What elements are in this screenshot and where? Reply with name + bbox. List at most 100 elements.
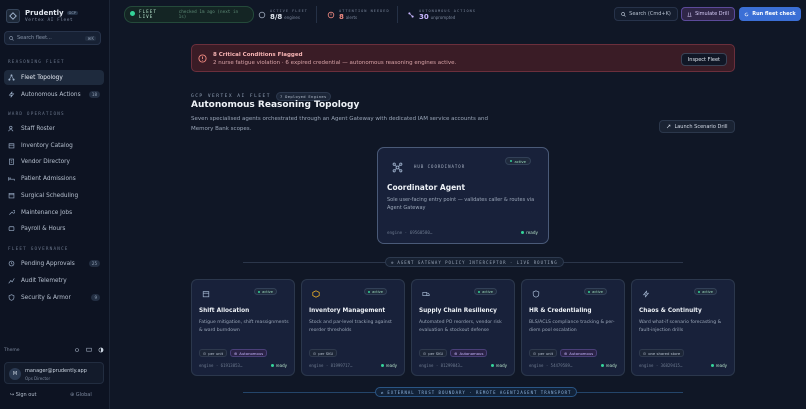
sidebar-item-audit-telemetry[interactable]: Audit Telemetry xyxy=(4,273,104,288)
brand-logo-icon xyxy=(6,9,20,23)
agent-description: BLS/ACLS compliance tracking & per-diem … xyxy=(529,320,615,333)
sidebar-item-patient-admissions[interactable]: Patient Admissions xyxy=(4,171,104,186)
truck-icon xyxy=(422,292,430,296)
beaker-icon xyxy=(687,12,692,17)
building-icon xyxy=(8,158,15,165)
sidebar-item-maintenance-jobs[interactable]: Maintenance Jobs xyxy=(4,205,104,220)
inspect-fleet-button[interactable]: Inspect Fleet xyxy=(680,53,727,66)
chart-icon xyxy=(8,277,15,284)
sidebar-item-surgical-scheduling[interactable]: Surgical Scheduling xyxy=(4,188,104,203)
theme-row: Theme xyxy=(4,347,104,353)
scope-icon: ⊙ xyxy=(423,350,427,356)
agent-title: Inventory Management xyxy=(309,308,386,314)
scope-tag: ⊙ per SKU xyxy=(419,349,448,357)
pulse-icon xyxy=(258,11,266,18)
autonomous-tag: ⊛ Autonomous xyxy=(230,349,268,357)
agent-description: Automated PO reorders, vendor risk evalu… xyxy=(419,320,502,333)
sign-out-button[interactable]: ↪ Sign out xyxy=(10,392,36,398)
sidebar-item-label: Surgical Scheduling xyxy=(21,192,79,199)
sidebar-item-fleet-topology[interactable]: Fleet Topology xyxy=(4,70,104,85)
ready-indicator: ready xyxy=(270,363,287,368)
wrench-icon xyxy=(8,209,15,216)
topology-icon xyxy=(8,74,15,81)
agent-card-hr-credentialing[interactable]: active HR & Credentialing BLS/ACLS compl… xyxy=(521,279,625,376)
shield-icon xyxy=(532,290,540,298)
sidebar-item-autonomous-actions[interactable]: Autonomous Actions 18 xyxy=(4,87,104,102)
network-icon xyxy=(408,11,414,18)
trust-boundary-label: EXTERNAL TRUST BOUNDARY · REMOTE AGENT2A… xyxy=(387,389,572,395)
scope-icon: ⊙ xyxy=(533,350,537,356)
status-badge: active xyxy=(364,288,387,295)
scope-icon: ⊙ xyxy=(643,350,647,356)
theme-system-icon[interactable] xyxy=(86,347,92,353)
theme-dark-icon[interactable] xyxy=(98,347,104,353)
user-email: manager@prudently.app xyxy=(25,368,87,374)
ready-indicator: ready xyxy=(710,363,727,368)
autonomous-icon: ⊛ xyxy=(564,350,568,356)
status-label: active xyxy=(482,289,493,294)
sidebar-item-label: Vendor Directory xyxy=(21,158,70,165)
agent-card-supply-chain-resiliency[interactable]: active Supply Chain Resiliency Automated… xyxy=(411,279,515,376)
agent-title: Supply Chain Resiliency xyxy=(419,308,497,314)
coordinator-agent-card[interactable]: HUB COORDINATOR active Coordinator Agent… xyxy=(377,147,549,244)
box-icon xyxy=(312,290,320,298)
user-card[interactable]: M manager@prudently.app Ops Director xyxy=(4,362,104,384)
agent-description: Ward what-if scenario forecasting & faul… xyxy=(639,320,722,333)
sidebar-item-staff-roster[interactable]: Staff Roster xyxy=(4,121,104,136)
section-label-fleet-governance: FLEET GOVERNANCE xyxy=(8,247,69,252)
trust-boundary-pill: ⇄ EXTERNAL TRUST BOUNDARY · REMOTE AGENT… xyxy=(375,387,578,397)
alert-body: 2 nurse fatigue violation · 6 expired cr… xyxy=(213,60,457,66)
run-fleet-check-button[interactable]: Run fleet check xyxy=(739,7,801,21)
engine-id: engine · 61913853… xyxy=(199,363,243,368)
sidebar-item-label: Audit Telemetry xyxy=(21,277,67,284)
engine-id: engine · 36829415… xyxy=(639,363,683,368)
critical-alert-banner: 8 Critical Conditions Flagged 2 nurse fa… xyxy=(191,44,735,72)
count-badge: 18 xyxy=(88,91,100,98)
region-selector[interactable]: ⊕ Global xyxy=(70,392,92,398)
shield-icon xyxy=(8,294,15,301)
transport-icon: ⇄ xyxy=(381,389,385,395)
simulate-drill-button[interactable]: Simulate Drill xyxy=(681,7,735,21)
search-icon xyxy=(9,35,14,41)
avatar: M xyxy=(9,368,21,380)
sidebar-item-pending-approvals[interactable]: Pending Approvals 25 xyxy=(4,256,104,271)
scope-tag: ⊙ one shared store xyxy=(639,349,685,357)
engine-id: engine · 81999717… xyxy=(309,363,353,368)
autonomous-actions-sub: unprompted xyxy=(430,14,456,20)
agent-card-shift-allocation[interactable]: active Shift Allocation Fatigue mitigati… xyxy=(191,279,295,376)
search-shortcut: ⌘K xyxy=(85,35,96,41)
rocket-icon xyxy=(667,124,671,129)
sidebar-item-vendor-directory[interactable]: Vendor Directory xyxy=(4,154,104,169)
status-label: active xyxy=(702,289,713,294)
sidebar-item-inventory-catalog[interactable]: Inventory Catalog xyxy=(4,138,104,153)
page-title: Autonomous Reasoning Topology xyxy=(191,100,360,110)
ready-indicator: ready xyxy=(521,230,538,235)
engine-id: engine · 54479589… xyxy=(529,363,573,368)
sidebar-item-label: Payroll & Hours xyxy=(21,225,66,232)
attention-label: ATTENTION NEEDED xyxy=(339,8,390,13)
hub-coordinator-tag: HUB COORDINATOR xyxy=(414,164,466,169)
attention-value: 8 xyxy=(339,12,344,21)
launch-scenario-drill-button[interactable]: Launch Scenario Drill xyxy=(659,120,735,133)
search-button[interactable]: Search (Cmd+K) xyxy=(614,7,678,21)
sidebar-item-payroll-hours[interactable]: Payroll & Hours xyxy=(4,221,104,236)
sidebar-item-security-armor[interactable]: Security & Armor 9 xyxy=(4,290,104,305)
scope-icon: ⊙ xyxy=(203,350,207,356)
active-fleet-sub: engines xyxy=(284,14,300,20)
agent-card-inventory-management[interactable]: active Inventory Management Stock and pa… xyxy=(301,279,405,376)
top-bar: FLEET LIVE checked 1m ago (next in 1s) A… xyxy=(110,0,806,28)
theme-light-icon[interactable] xyxy=(74,347,80,353)
agent-description: Fatigue mitigation, shift reassignments … xyxy=(199,320,289,333)
agent-title: HR & Credentialing xyxy=(529,308,592,314)
sidebar-item-label: Fleet Topology xyxy=(21,74,63,81)
status-badge: active xyxy=(584,288,607,295)
status-label: active xyxy=(262,289,273,294)
sidebar-search-input[interactable]: Search fleet... ⌘K xyxy=(4,31,101,45)
agent-card-chaos-continuity[interactable]: active Chaos & Continuity Ward what-if s… xyxy=(631,279,735,376)
bed-icon xyxy=(8,175,15,182)
page-description: Seven specialised agents orchestrated th… xyxy=(191,116,489,132)
autonomous-label: Autonomous xyxy=(239,350,264,356)
status-badge: active xyxy=(254,288,277,295)
ready-label: ready xyxy=(605,363,617,368)
scope-label: per unit xyxy=(208,350,224,356)
